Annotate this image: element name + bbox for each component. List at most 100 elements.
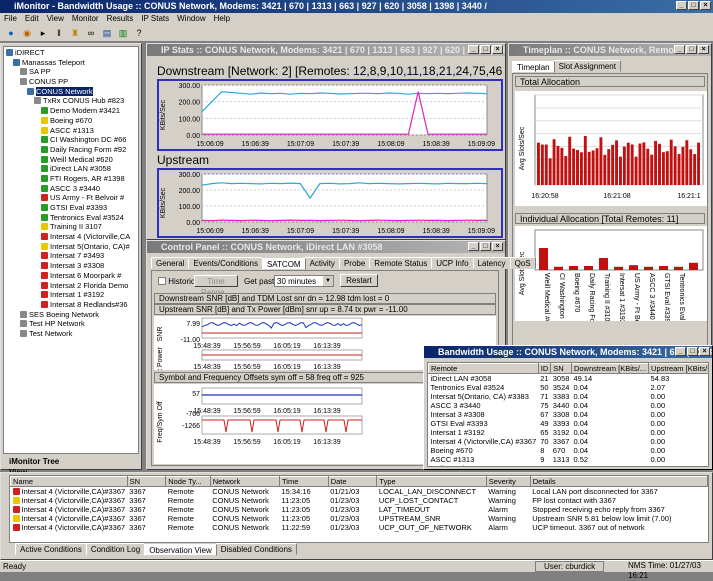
menu-view[interactable]: View <box>43 14 68 23</box>
column-header[interactable]: ID <box>537 363 552 374</box>
tree-item[interactable]: SA PP <box>6 67 136 77</box>
menu-file[interactable]: File <box>0 14 21 23</box>
tree-item[interactable]: CI Washington DC #66 <box>6 135 136 145</box>
stats-icon[interactable]: ▥ <box>116 26 130 40</box>
column-header[interactable]: SN <box>550 363 572 374</box>
table-row[interactable]: Intersat 5(Ontario, CA) #3383 71 3383 0.04 0… <box>429 392 709 401</box>
restart-button[interactable]: Restart <box>340 274 378 287</box>
column-header[interactable]: Name <box>10 476 128 487</box>
tab-qos[interactable]: QoS <box>509 257 536 269</box>
tree-item[interactable]: TxRx CONUS Hub #823 <box>6 96 136 106</box>
table-row[interactable]: Intersat 4 (Victorville,CA)#3367 3367 Remo… <box>11 487 708 496</box>
column-header[interactable]: Remote <box>428 363 539 374</box>
table-row[interactable]: iDirect LAN #3058 21 3058 49.14 54.83 <box>429 374 709 383</box>
table-row[interactable]: Intersat 4 (Victorville,CA)#3367 3367 Remo… <box>11 514 708 523</box>
menu-help[interactable]: Help <box>210 14 234 23</box>
column-header[interactable]: Network <box>209 476 280 487</box>
tree-item[interactable]: Intersat 4 (Victorville,CA <box>6 232 136 242</box>
menu-monitor[interactable]: Monitor <box>68 14 103 23</box>
menu-edit[interactable]: Edit <box>21 14 43 23</box>
table-row[interactable]: ASCC 3 #3440 75 3440 0.04 0.00 <box>429 401 709 410</box>
table-row[interactable]: Boeing #670 8 670 0.04 0.00 <box>429 446 709 455</box>
time-range-button[interactable]: Time Range... <box>194 275 238 297</box>
table-row[interactable]: Tentronics Eval #3524 50 3524 0.04 2.07 <box>429 383 709 392</box>
column-header[interactable]: Type <box>376 476 487 487</box>
tab-slot-assignment[interactable]: Slot Assignment <box>553 60 621 72</box>
tree-item[interactable]: iDirect LAN #3058 <box>6 164 136 174</box>
table-row[interactable]: Intersat 3 #3308 67 3308 0.04 0.00 <box>429 410 709 419</box>
chart-icon[interactable]: ▤ <box>100 26 114 40</box>
tree-item[interactable]: GTSI Eval #3393 <box>6 203 136 213</box>
table-row[interactable]: GTSI Eval #3393 49 3393 0.04 0.00 <box>429 419 709 428</box>
tree-item[interactable]: CONUS Network <box>6 86 136 97</box>
tab-general[interactable]: General <box>151 257 190 269</box>
column-header[interactable]: Date <box>327 476 378 487</box>
table-row[interactable]: ASCC #1313 9 1313 0.52 0.00 <box>429 455 709 464</box>
pause-icon[interactable]: ‖ <box>52 26 66 40</box>
tree-item[interactable]: Boeing #670 <box>6 116 136 126</box>
tab-events-conditions[interactable]: Events/Conditions <box>188 257 263 269</box>
maximize-button[interactable]: □ <box>688 1 699 10</box>
tree-item[interactable]: Tentronics Eval #3524 <box>6 213 136 223</box>
tab-observation-view[interactable]: Observation View <box>144 544 217 556</box>
close-button[interactable]: × <box>700 1 711 10</box>
tree-item[interactable]: Demo Modem #3421 <box>6 106 136 116</box>
tree-item[interactable]: Test Network <box>6 329 136 339</box>
tree-item[interactable]: Training II 3107 <box>6 222 136 232</box>
tree-item[interactable]: Intersat 2 Florida Demo <box>6 281 136 291</box>
table-row[interactable]: Intersat 4 (Victorville,CA)#3367 3367 Remo… <box>11 523 708 532</box>
tree-item[interactable]: Intersat 3 #3308 <box>6 261 136 271</box>
tree-item[interactable]: Intersat 8 Redlands#36 <box>6 300 136 310</box>
tree-view-tab[interactable]: iMonitor Tree View <box>5 456 65 477</box>
tree-item[interactable]: Weill Medical #620 <box>6 155 136 165</box>
tab-timeplan[interactable]: Timeplan <box>512 61 555 73</box>
minimize-button[interactable]: _ <box>676 1 687 10</box>
table-row[interactable]: Intersat 4 (Victorville,CA) #3367 70 3367 0… <box>429 437 709 446</box>
menu-results[interactable]: Results <box>103 14 138 23</box>
tree-item[interactable]: Intersat 7 #3493 <box>6 251 136 261</box>
tree-list[interactable]: iDIRECT Manassas Teleport SA PP CONUS PP CON… <box>3 46 139 454</box>
tab-activity[interactable]: Activity <box>304 257 340 269</box>
tree-item[interactable]: Daily Racing Form #92 <box>6 145 136 155</box>
table-row[interactable]: Intersat 4 (Victorville,CA)#3367 3367 Remo… <box>11 496 708 505</box>
tab-latency[interactable]: Latency <box>472 257 511 269</box>
upstream-snr-section[interactable]: Upstream SNR [dB] and Tx Power [dBm] snr… <box>154 304 496 315</box>
tab-satcom[interactable]: SATCOM <box>261 258 306 270</box>
tree-item[interactable]: Manassas Teleport <box>6 58 136 68</box>
tree-item[interactable]: Intersat 5(Ontario, CA)# <box>6 242 136 252</box>
table-row[interactable]: Intersat 4 (Victorville,CA)#3367 3367 Remo… <box>11 505 708 514</box>
tree-item[interactable]: US Army - Ft Belvoir # <box>6 193 136 203</box>
table-row[interactable]: Daily Racing Form #927 11 927 0.04 0.00 <box>429 464 709 466</box>
tree-item[interactable]: iDIRECT <box>6 48 136 58</box>
tab-condition-log[interactable]: Condition Log <box>85 543 146 555</box>
downstream-snr-section[interactable]: Downstream SNR [dB] and TDM Lost snr dn … <box>154 293 496 304</box>
tree-item[interactable]: Intersat 1 #3192 <box>6 290 136 300</box>
menu-window[interactable]: Window <box>173 14 209 23</box>
column-header[interactable]: SN <box>126 476 167 487</box>
table-row[interactable]: Intersat 1 #3192 65 3192 0.04 0.00 <box>429 428 709 437</box>
column-header[interactable]: Time <box>278 476 329 487</box>
tree-item[interactable]: Test HP Network <box>6 319 136 329</box>
play-icon[interactable]: ▸ <box>36 26 50 40</box>
binoculars-icon[interactable]: ∞ <box>84 26 98 40</box>
tab-active-conditions[interactable]: Active Conditions <box>15 543 87 555</box>
column-header[interactable]: Downstream [KBits/... <box>570 363 650 374</box>
chevron-down-icon[interactable]: ▼ <box>323 276 333 286</box>
past-select[interactable]: 30 minutes ▼ <box>274 275 334 287</box>
column-header[interactable]: Severity <box>485 476 531 487</box>
tree-item[interactable]: SES Boeing Network <box>6 310 136 320</box>
column-header[interactable]: Details <box>529 476 708 487</box>
refresh-icon[interactable]: ◉ <box>20 26 34 40</box>
tree-item[interactable]: ASCC #1313 <box>6 126 136 136</box>
menu-ip-stats[interactable]: IP Stats <box>137 14 173 23</box>
globe-icon[interactable]: ● <box>4 26 18 40</box>
probe-icon[interactable]: ♜ <box>68 26 82 40</box>
tree-item[interactable]: CONUS PP <box>6 77 136 87</box>
tab-ucp-info[interactable]: UCP Info <box>431 257 474 269</box>
column-header[interactable]: Upstream [KBits/Sec] <box>648 363 708 374</box>
tree-item[interactable]: ASCC 3 #3440 <box>6 184 136 194</box>
tree-item[interactable]: FTI Rogers, AR #1398 <box>6 174 136 184</box>
tree-item[interactable]: Intersat 6 Moorpark # <box>6 271 136 281</box>
tab-probe[interactable]: Probe <box>338 257 371 269</box>
column-header[interactable]: Node Ty... <box>165 476 211 487</box>
